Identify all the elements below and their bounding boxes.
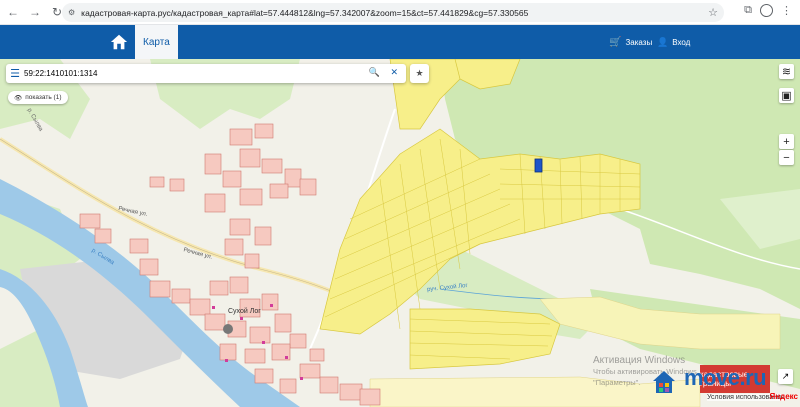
- search-icon[interactable]: 🔍: [369, 67, 380, 78]
- zoom-out-button[interactable]: −: [779, 150, 794, 165]
- forward-icon[interactable]: →: [26, 3, 44, 21]
- profile-icon[interactable]: [760, 4, 773, 17]
- ruler-icon[interactable]: ↗: [778, 369, 793, 384]
- move-logo: move.ru: [684, 365, 767, 390]
- tab-map[interactable]: Карта: [135, 25, 178, 59]
- move-house-icon: [653, 371, 675, 393]
- address-bar[interactable]: ⚙ кадастровая-карта.рус/кадастровая_карт…: [62, 3, 724, 22]
- bookmark-star-icon[interactable]: ☆: [708, 6, 718, 19]
- cart-icon: 🛒: [609, 36, 622, 48]
- user-icon: 👤: [657, 36, 669, 47]
- layers-icon[interactable]: ≋: [779, 64, 794, 79]
- orders-label: Заказы: [625, 37, 653, 47]
- app-header: Карта 🛒 Заказы 👤 Вход: [0, 25, 800, 59]
- menu-icon[interactable]: ☰: [6, 67, 24, 80]
- site-info-icon[interactable]: ⚙: [68, 8, 75, 17]
- home-icon[interactable]: [110, 33, 128, 51]
- favorites-star-icon[interactable]: ★: [410, 64, 429, 83]
- url-text: кадастровая-карта.рус/кадастровая_карта#…: [81, 7, 529, 18]
- cadastral-search-input[interactable]: [24, 69, 354, 78]
- show-results-button[interactable]: 👁 показать (1): [8, 91, 68, 104]
- back-icon[interactable]: ←: [4, 3, 22, 21]
- close-icon[interactable]: ✕: [390, 67, 398, 78]
- orders-button[interactable]: 🛒 Заказы: [609, 25, 652, 59]
- eye-icon: 👁: [14, 94, 23, 102]
- village-label: Сухой Лог: [228, 308, 261, 315]
- show-results-label: показать (1): [25, 94, 62, 101]
- login-label: Вход: [672, 37, 691, 47]
- browser-toolbar: ← → ↻ ⚙ кадастровая-карта.рус/кадастрова…: [0, 0, 800, 25]
- zoom-in-button[interactable]: +: [779, 134, 794, 149]
- browser-menu-icon[interactable]: ⋮: [781, 4, 792, 17]
- yandex-logo: Яндекс: [769, 392, 798, 401]
- search-panel: ☰ 🔍 ✕: [6, 64, 406, 83]
- panel-toggle-icon[interactable]: ▣: [779, 88, 794, 103]
- extensions-icon[interactable]: ⧉: [744, 4, 752, 17]
- login-button[interactable]: 👤 Вход: [657, 25, 690, 59]
